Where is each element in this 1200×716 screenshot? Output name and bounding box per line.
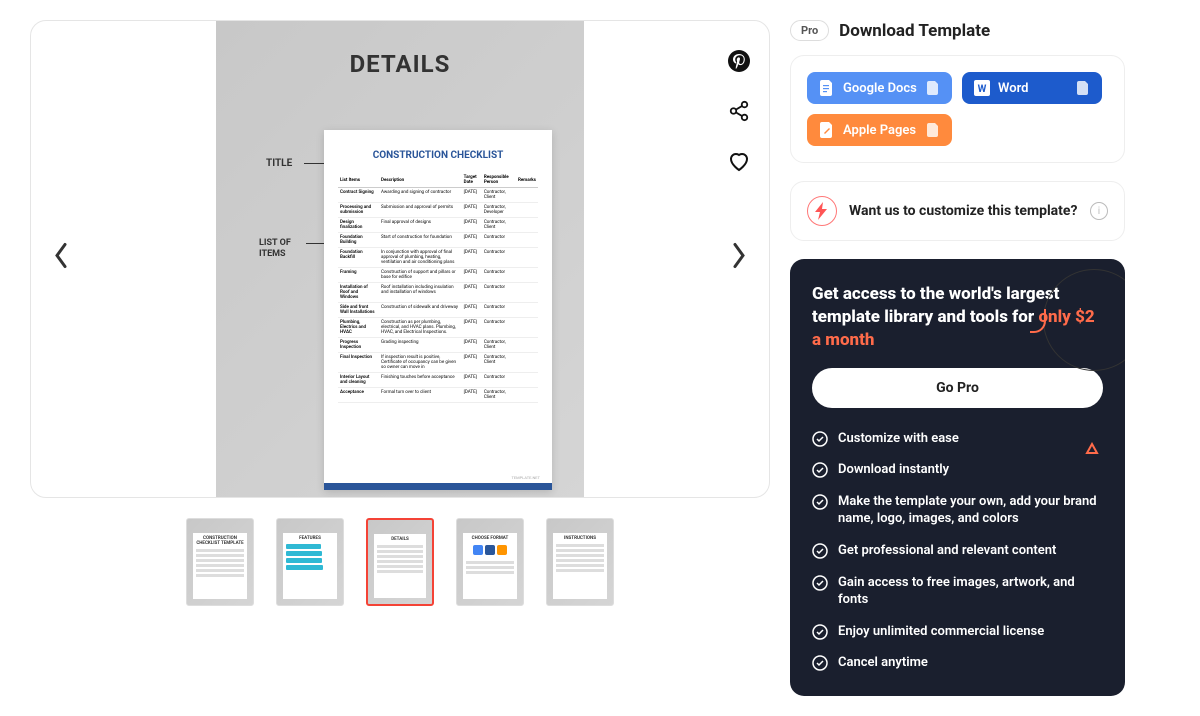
table-row: Plumbing, Electrics and HVACConstruction… (338, 318, 538, 338)
table-header: Description (379, 173, 462, 188)
pro-title: Get access to the world's largest templa… (812, 283, 1103, 352)
feature-item: Gain access to free images, artwork, and… (812, 574, 1103, 609)
pro-badge: Pro (790, 20, 829, 41)
thumbnail-strip: CONSTRUCTION CHECKLIST TEMPLATE FEATURES D… (30, 518, 770, 606)
thumbnail[interactable]: CHOOSE FORMAT (456, 518, 524, 606)
feature-item: Enjoy unlimited commercial license (812, 623, 1103, 641)
feature-item: Cancel anytime (812, 654, 1103, 672)
check-icon (812, 575, 828, 591)
feature-item: Download instantly (812, 461, 1103, 479)
document-page: CONSTRUCTION CHECKLIST List ItemsDescrip… (324, 130, 552, 490)
table-header: Target Date (462, 173, 482, 188)
table-header: Remarks (516, 173, 538, 188)
prev-arrow[interactable] (53, 242, 69, 277)
svg-text:W: W (978, 84, 987, 95)
go-pro-button[interactable]: Go Pro (812, 368, 1103, 408)
feature-item: Make the template your own, add your bra… (812, 493, 1103, 528)
pages-icon (819, 122, 835, 138)
download-icon (926, 81, 940, 95)
preview-image: DETAILS TITLE LIST OF ITEMS CONSTRUCTION… (216, 20, 584, 498)
pages-label: Apple Pages (843, 123, 916, 138)
thumbnail-label: INSTRUCTIONS (556, 536, 604, 541)
feature-item: Get professional and relevant content (812, 542, 1103, 560)
gdocs-label: Google Docs (843, 81, 917, 96)
check-icon (812, 494, 828, 510)
table-row: FramingConstruction of support and pilla… (338, 268, 538, 283)
preview-header: DETAILS (216, 50, 584, 78)
table-header: List Items (338, 173, 379, 188)
thumbnail-label: CONSTRUCTION CHECKLIST TEMPLATE (196, 536, 244, 546)
info-icon[interactable]: i (1090, 202, 1108, 220)
check-icon (812, 431, 828, 447)
customize-row[interactable]: Want us to customize this template? i (790, 181, 1125, 241)
gdocs-icon (819, 80, 835, 96)
table-row: Foundation BackfillIn conjunction with a… (338, 248, 538, 268)
table-row: Side and front Wall InstallationsConstru… (338, 303, 538, 318)
checklist-table: List ItemsDescriptionTarget DateResponsi… (338, 173, 538, 403)
download-icon (926, 123, 940, 137)
check-icon (812, 655, 828, 671)
table-row: AcceptanceFormal turn over to client[DAT… (338, 388, 538, 403)
table-row: Contract SigningAwarding and signing of … (338, 188, 538, 203)
thumbnail[interactable]: INSTRUCTIONS (546, 518, 614, 606)
thumbnail-label: CHOOSE FORMAT (466, 536, 514, 541)
annotation-title: TITLE (266, 158, 292, 169)
word-label: Word (998, 81, 1028, 96)
download-icon (1076, 81, 1090, 95)
doc-title: CONSTRUCTION CHECKLIST (338, 150, 538, 161)
table-row: Progress InspectionGrading inspecting[DA… (338, 338, 538, 353)
google-docs-button[interactable]: Google Docs (807, 72, 952, 104)
download-heading: Download Template (839, 21, 990, 41)
bolt-icon (807, 196, 837, 226)
next-arrow[interactable] (731, 242, 747, 277)
customize-text: Want us to customize this template? (849, 203, 1078, 219)
pinterest-icon[interactable] (727, 49, 751, 73)
pro-card: Get access to the world's largest templa… (790, 259, 1125, 696)
thumbnail[interactable]: DETAILS (366, 518, 434, 606)
thumbnail[interactable]: FEATURES (276, 518, 344, 606)
feature-item: Customize with ease (812, 430, 1103, 448)
annotation-list: LIST OF ITEMS (259, 238, 291, 260)
thumbnail[interactable]: CONSTRUCTION CHECKLIST TEMPLATE (186, 518, 254, 606)
download-panel: Google Docs W Word Apple Pages (790, 55, 1125, 163)
thumbnail-label: DETAILS (377, 537, 423, 542)
table-row: Interior Layout and cleaningFinishing to… (338, 373, 538, 388)
table-row: Foundation BuildingStart of construction… (338, 233, 538, 248)
table-row: Processing and submissionSubmission and … (338, 203, 538, 218)
table-row: Design finalizationFinal approval of des… (338, 218, 538, 233)
favorite-icon[interactable] (727, 149, 751, 173)
share-icon[interactable] (727, 99, 751, 123)
watermark: TEMPLATE.NET (512, 475, 541, 480)
table-row: Final InspectionIf inspection result is … (338, 353, 538, 373)
apple-pages-button[interactable]: Apple Pages (807, 114, 952, 146)
table-row: Installation of Roof and WindowsRoof ins… (338, 283, 538, 303)
word-icon: W (974, 80, 990, 96)
check-icon (812, 543, 828, 559)
triangle-icon (1085, 441, 1097, 453)
check-icon (812, 462, 828, 478)
word-button[interactable]: W Word (962, 72, 1102, 104)
template-preview: DETAILS TITLE LIST OF ITEMS CONSTRUCTION… (30, 20, 770, 498)
thumbnail-label: FEATURES (286, 536, 334, 541)
table-header: Responsible Person (482, 173, 516, 188)
